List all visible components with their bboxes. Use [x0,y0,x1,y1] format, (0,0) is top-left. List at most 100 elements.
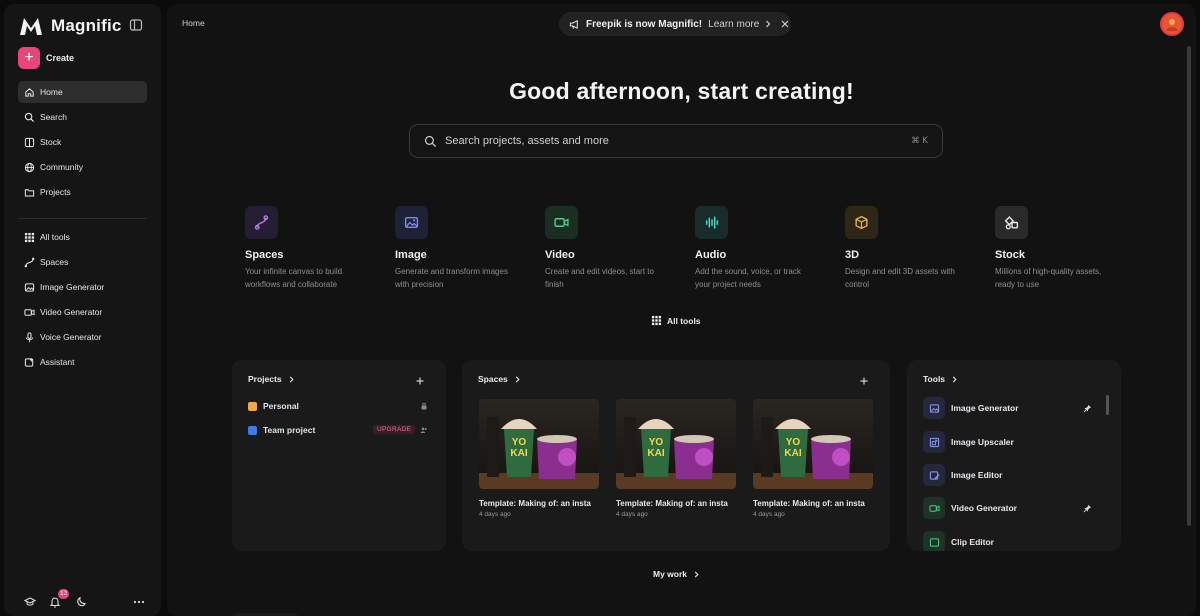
tool-item-image-upscaler[interactable]: Image Upscaler [923,431,1095,453]
space-card[interactable]: YO KAI Template: Making of: an insta 4 d… [616,399,736,518]
primary-nav: Home Search Stock Community Projects [18,81,147,206]
learn-icon[interactable] [24,596,36,608]
sidebar-item-stock[interactable]: Stock [18,131,147,153]
create-button[interactable]: + Create [18,47,74,69]
assistant-icon [24,357,34,367]
category-image[interactable]: Image Generate and transform images with… [395,206,525,291]
pin-icon[interactable] [1083,504,1092,513]
tool-item-clip-editor[interactable]: Clip Editor [923,531,1095,551]
cube-icon [845,206,878,239]
brand[interactable]: Magnific [19,16,122,36]
search-input[interactable]: Search projects, assets and more ⌘ K [409,124,943,158]
sidebar-item-projects[interactable]: Projects [18,181,147,203]
my-work-link[interactable]: My work [653,569,700,579]
tools-header-link[interactable]: Tools [923,374,958,384]
search-icon [424,135,437,147]
space-timestamp: 4 days ago [616,511,648,518]
stock-icon [24,137,35,147]
space-timestamp: 4 days ago [753,511,785,518]
sidebar-footer: 12 [18,589,147,610]
sidebar-item-label: Home [40,87,63,97]
breadcrumb[interactable]: Home [182,18,205,28]
sidebar-item-label: Video Generator [40,307,103,317]
space-title: Template: Making of: an insta [616,499,728,508]
mic-icon [25,331,34,342]
category-spaces[interactable]: Spaces Your infinite canvas to build wor… [245,206,375,291]
grid-icon [24,232,35,242]
page-scrollbar[interactable] [1187,46,1191,526]
sidebar-item-home[interactable]: Home [18,81,147,103]
category-audio[interactable]: Audio Add the sound, voice, or track you… [695,206,825,291]
tool-item-video-generator[interactable]: Video Generator [923,497,1095,519]
sidebar-item-spaces[interactable]: Spaces [18,251,147,273]
sidebar-item-image-generator[interactable]: Image Generator [18,276,147,298]
all-tools-button[interactable]: All tools [651,315,701,326]
sidebar-item-search[interactable]: Search [18,106,147,128]
projects-panel: Projects Personal Team project UPGRADE [232,360,446,551]
category-description: Generate and transform images with preci… [395,267,508,289]
sidebar-item-video-generator[interactable]: Video Generator [18,301,147,323]
project-name: Team project [263,425,316,435]
space-title: Template: Making of: an insta [479,499,591,508]
sidebar-item-label: Assistant [40,357,75,367]
space-card[interactable]: YO KAI Template: Making of: an insta 4 d… [753,399,873,518]
category-grid: Spaces Your infinite canvas to build wor… [245,206,1145,296]
sidebar-item-voice-generator[interactable]: Voice Generator [18,326,147,348]
learn-more-link[interactable]: Learn more [708,19,759,30]
chevron-right-icon [766,20,771,28]
space-thumbnail: YO KAI [479,399,599,489]
chevron-right-icon [515,375,520,383]
project-color-swatch [248,401,257,411]
category-stock[interactable]: Stock Millions of high-quality assets, r… [995,206,1125,291]
category-3d[interactable]: 3D Design and edit 3D assets with contro… [845,206,975,291]
upgrade-badge[interactable]: UPGRADE [373,425,416,434]
add-project-icon[interactable] [414,375,426,387]
sidebar-item-community[interactable]: Community [18,156,147,178]
clip-icon [923,531,945,551]
category-title: Audio [695,249,727,261]
projects-header-link[interactable]: Projects [248,374,295,384]
announcement-banner: Freepik is now Magnific! Learn more [559,12,791,36]
tool-item-image-generator[interactable]: Image Generator [923,397,1095,419]
chevron-right-icon [694,570,699,578]
space-title: Template: Making of: an insta [753,499,865,508]
tools-nav: All tools Spaces Image Generator Video G… [18,226,147,376]
panel-title: Tools [923,374,946,384]
svg-text:KAI: KAI [510,448,527,459]
space-card[interactable]: YO KAI Template: Making of: an insta 4 d… [479,399,599,518]
category-description: Create and edit videos, start to finish [545,267,654,289]
sidebar-item-assistant[interactable]: Assistant [18,351,147,373]
chevron-right-icon [289,375,294,383]
project-item-personal[interactable]: Personal [248,399,430,413]
tools-panel: Tools Image Generator Image Upscaler Ima… [907,360,1121,551]
tool-name: Image Upscaler [951,437,1014,447]
avatar[interactable] [1160,12,1184,36]
more-icon[interactable] [133,596,145,608]
megaphone-icon [569,19,578,29]
category-title: Stock [995,249,1025,261]
space-thumbnail: YO KAI [753,399,873,489]
my-work-label: My work [653,569,688,579]
add-space-icon[interactable] [858,375,870,387]
sidebar-item-label: Search [40,112,67,122]
close-icon[interactable] [781,20,789,28]
spaces-header-link[interactable]: Spaces [478,374,521,384]
sidebar-toggle-icon[interactable] [129,18,143,32]
pin-icon[interactable] [1083,404,1092,413]
tools-scrollbar[interactable] [1106,395,1109,415]
sidebar-item-all-tools[interactable]: All tools [18,226,147,248]
category-title: Image [395,249,427,261]
category-video[interactable]: Video Create and edit videos, start to f… [545,206,675,291]
category-title: Video [545,249,575,261]
moon-icon[interactable] [75,596,87,608]
magnific-logo-icon [20,18,42,35]
chevron-right-icon [952,375,957,383]
image-icon [395,206,428,239]
svg-text:YO: YO [512,437,527,448]
sidebar-item-label: Spaces [40,257,69,267]
tool-name: Image Editor [951,470,1003,480]
main-content: Home Freepik is now Magnific! Learn more… [167,4,1196,616]
tool-item-image-editor[interactable]: Image Editor [923,464,1095,486]
project-item-team[interactable]: Team project UPGRADE [248,423,430,437]
user-avatar-icon [1163,15,1181,33]
